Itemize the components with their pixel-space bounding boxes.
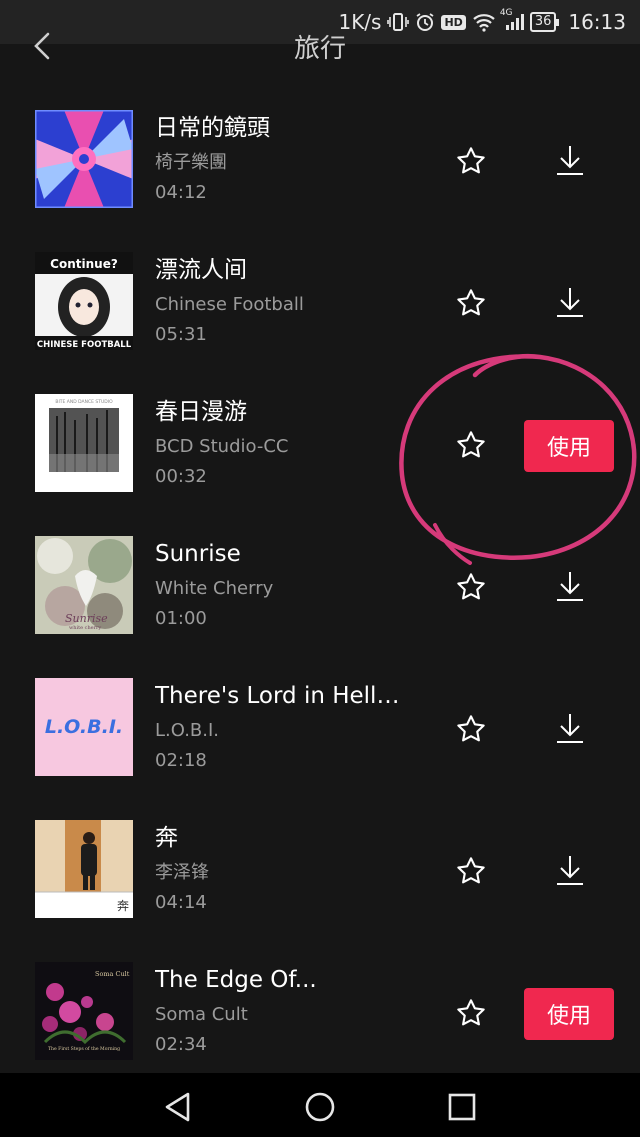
track-title: 春日漫游 (155, 399, 247, 425)
star-icon (457, 857, 485, 884)
back-triangle-icon (165, 1092, 190, 1122)
track-duration: 00:32 (155, 466, 207, 487)
cover-text: 奔 (117, 899, 129, 913)
star-icon (457, 573, 485, 600)
album-cover: Continue? CHINESE FOOTBALL (35, 252, 133, 350)
album-cover: L.O.B.I. (35, 678, 133, 776)
track-duration: 02:18 (155, 750, 207, 771)
download-button[interactable] (548, 138, 592, 182)
album-cover: 奔 (35, 820, 133, 918)
signal-label: 4G (499, 8, 513, 18)
download-button[interactable] (548, 706, 592, 750)
favorite-button[interactable] (450, 566, 492, 608)
track-info: 漂流人间 Chinese Football 05:31 (155, 254, 405, 348)
download-icon (557, 714, 583, 743)
track-artist: 椅子樂團 (155, 152, 227, 173)
download-icon (557, 146, 583, 175)
track-title: There's Lord in Hello,... (155, 683, 405, 709)
track-info: 春日漫游 BCD Studio-CC 00:32 (155, 396, 405, 490)
track-item[interactable]: BITE AND DANCE STUDIO 春日漫游 BCD Studio-CC… (0, 374, 640, 516)
track-item[interactable]: L.O.B.I. There's Lord in Hello,... L.O.B… (0, 658, 640, 800)
favorite-button[interactable] (450, 140, 492, 182)
nav-home-button[interactable] (300, 1087, 340, 1127)
track-duration: 02:34 (155, 1034, 207, 1055)
download-icon (557, 856, 583, 885)
star-icon (457, 715, 485, 742)
track-duration: 04:12 (155, 182, 207, 203)
track-artist: Soma Cult (155, 1004, 248, 1025)
favorite-button[interactable] (450, 992, 492, 1034)
favorite-button[interactable] (450, 424, 492, 466)
home-circle-icon (305, 1092, 335, 1122)
track-info: Sunrise White Cherry 01:00 (155, 538, 405, 632)
track-artist: Chinese Football (155, 294, 304, 315)
star-icon (457, 431, 485, 458)
track-duration: 01:00 (155, 608, 207, 629)
album-cover: Sunrise white cherry (35, 536, 133, 634)
cover-text: L.O.B.I. (45, 716, 123, 738)
cover-text: Sunrise (65, 612, 108, 625)
system-nav-bar (0, 1073, 640, 1137)
track-artist: White Cherry (155, 578, 274, 599)
use-button[interactable]: 使用 (524, 988, 614, 1040)
track-duration: 04:14 (155, 892, 207, 913)
track-artist: 李泽锋 (155, 862, 209, 883)
star-icon (457, 289, 485, 316)
track-item[interactable]: Sunrise white cherry Sunrise White Cherr… (0, 516, 640, 658)
track-info: There's Lord in Hello,... L.O.B.I. 02:18 (155, 680, 405, 774)
download-button[interactable] (548, 848, 592, 892)
favorite-button[interactable] (450, 850, 492, 892)
track-item[interactable]: Soma Cult The First Steps of the Morning… (0, 942, 640, 1084)
nav-back-button[interactable] (158, 1087, 198, 1127)
album-cover (35, 110, 133, 208)
track-title: 日常的鏡頭 (155, 115, 270, 141)
download-button[interactable] (548, 280, 592, 324)
track-title: The Edge Of... (155, 967, 317, 993)
star-icon (457, 147, 485, 174)
track-artist: L.O.B.I. (155, 720, 220, 741)
page-title: 旅行 (293, 34, 346, 64)
track-title: 漂流人间 (155, 257, 247, 283)
track-title: Sunrise (155, 541, 241, 567)
download-icon (557, 572, 583, 601)
use-button[interactable]: 使用 (524, 420, 614, 472)
track-item[interactable]: Continue? CHINESE FOOTBALL 漂流人间 Chinese … (0, 232, 640, 374)
cover-text: CHINESE FOOTBALL (37, 340, 132, 350)
star-icon (457, 999, 485, 1026)
nav-recents-button[interactable] (442, 1087, 482, 1127)
cover-text: white cherry (69, 625, 101, 631)
track-artist: BCD Studio-CC (155, 436, 289, 457)
track-item[interactable]: 日常的鏡頭 椅子樂團 04:12 (0, 90, 640, 232)
favorite-button[interactable] (450, 282, 492, 324)
album-cover: BITE AND DANCE STUDIO (35, 394, 133, 492)
cover-text: Continue? (50, 257, 118, 271)
download-button[interactable] (548, 564, 592, 608)
track-duration: 05:31 (155, 324, 207, 345)
track-info: The Edge Of... Soma Cult 02:34 (155, 964, 405, 1058)
track-info: 日常的鏡頭 椅子樂團 04:12 (155, 112, 405, 206)
album-cover: Soma Cult The First Steps of the Morning (35, 962, 133, 1060)
recents-square-icon (448, 1093, 476, 1121)
header: 旅行 (0, 20, 640, 76)
track-info: 奔 李泽锋 04:14 (155, 822, 405, 916)
cover-text: BITE AND DANCE STUDIO (55, 399, 113, 405)
cover-text: The First Steps of the Morning (48, 1046, 120, 1052)
favorite-button[interactable] (450, 708, 492, 750)
track-item[interactable]: 奔 奔 李泽锋 04:14 (0, 800, 640, 942)
download-icon (557, 288, 583, 317)
track-title: 奔 (155, 825, 178, 851)
cover-text: Soma Cult (95, 970, 130, 978)
